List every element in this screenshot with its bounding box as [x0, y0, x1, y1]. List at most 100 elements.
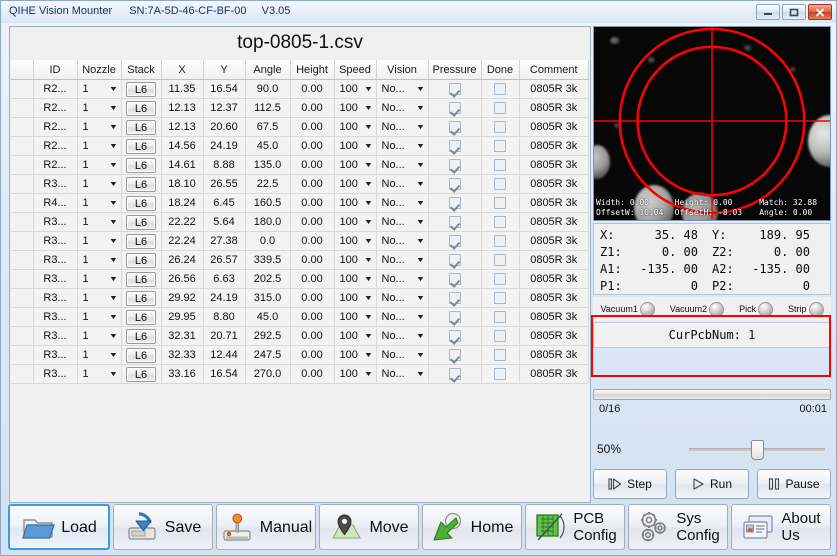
- cell-nozzle[interactable]: 1 ▼: [77, 193, 122, 213]
- cell-nozzle[interactable]: 1 ▼: [77, 326, 122, 346]
- cell-nozzle[interactable]: 1 ▼: [77, 136, 122, 156]
- cell-x[interactable]: 33.16: [161, 364, 204, 384]
- cell-speed[interactable]: 100 ▼: [334, 269, 377, 289]
- cell-height[interactable]: 0.00: [290, 364, 335, 384]
- stack-button[interactable]: L6: [126, 233, 156, 249]
- cell-speed[interactable]: 100 ▼: [334, 117, 377, 137]
- cell-id[interactable]: R2...: [33, 117, 78, 137]
- cell-id[interactable]: R3...: [33, 288, 78, 308]
- pressure-checkbox[interactable]: [448, 254, 461, 267]
- column-header-angle[interactable]: Angle: [245, 60, 291, 80]
- pressure-checkbox[interactable]: [448, 330, 461, 343]
- cell-x[interactable]: 22.22: [161, 212, 204, 232]
- sys-config-button[interactable]: Sys Config: [628, 504, 728, 550]
- stack-button[interactable]: L6: [126, 214, 156, 230]
- stack-button[interactable]: L6: [126, 366, 156, 382]
- cell-comment[interactable]: 0805R 3k: [519, 307, 589, 327]
- cell-x[interactable]: 12.13: [161, 98, 204, 118]
- cell-vision[interactable]: No... ▼: [376, 288, 429, 308]
- cell-angle[interactable]: 202.5: [245, 269, 291, 289]
- done-checkbox[interactable]: [494, 121, 506, 134]
- cell-speed[interactable]: 100 ▼: [334, 193, 377, 213]
- pressure-cell[interactable]: [428, 155, 482, 175]
- cell-height[interactable]: 0.00: [290, 136, 335, 156]
- cell-speed[interactable]: 100 ▼: [334, 307, 377, 327]
- cell-speed[interactable]: 100 ▼: [334, 326, 377, 346]
- cell-height[interactable]: 0.00: [290, 212, 335, 232]
- cell-stack[interactable]: L6: [121, 364, 162, 384]
- cell-nozzle[interactable]: 1 ▼: [77, 345, 122, 365]
- row-selector[interactable]: [11, 250, 34, 270]
- stack-button[interactable]: L6: [126, 157, 156, 173]
- cell-y[interactable]: 8.80: [203, 307, 246, 327]
- cell-y[interactable]: 24.19: [203, 288, 246, 308]
- row-selector[interactable]: [11, 345, 34, 365]
- done-cell[interactable]: [481, 79, 520, 99]
- cell-speed[interactable]: 100 ▼: [334, 288, 377, 308]
- cell-y[interactable]: 24.19: [203, 136, 246, 156]
- column-header-vision[interactable]: Vision: [376, 60, 429, 80]
- cell-speed[interactable]: 100 ▼: [334, 174, 377, 194]
- column-header-x[interactable]: X: [161, 60, 204, 80]
- cell-id[interactable]: R3...: [33, 307, 78, 327]
- stack-button[interactable]: L6: [126, 176, 156, 192]
- cell-vision[interactable]: No... ▼: [376, 117, 429, 137]
- column-header-id[interactable]: ID: [33, 60, 78, 80]
- stack-button[interactable]: L6: [126, 290, 156, 306]
- done-cell[interactable]: [481, 155, 520, 175]
- cell-vision[interactable]: No... ▼: [376, 250, 429, 270]
- cell-nozzle[interactable]: 1 ▼: [77, 79, 122, 99]
- cell-nozzle[interactable]: 1 ▼: [77, 364, 122, 384]
- column-header-y[interactable]: Y: [203, 60, 246, 80]
- cell-y[interactable]: 5.64: [203, 212, 246, 232]
- cell-y[interactable]: 12.44: [203, 345, 246, 365]
- table-row[interactable]: R2... 1 ▼ L6 12.13 20.60 67.5 0.00 100 ▼ No... ▼ 080…: [11, 117, 589, 137]
- cell-id[interactable]: R3...: [33, 231, 78, 251]
- cell-nozzle[interactable]: 1 ▼: [77, 231, 122, 251]
- pressure-cell[interactable]: [428, 288, 482, 308]
- done-cell[interactable]: [481, 250, 520, 270]
- cell-height[interactable]: 0.00: [290, 98, 335, 118]
- table-row[interactable]: R3... 1 ▼ L6 29.95 8.80 45.0 0.00 100 ▼ No... ▼ 0805…: [11, 307, 589, 327]
- pressure-checkbox[interactable]: [448, 368, 461, 381]
- pressure-cell[interactable]: [428, 326, 482, 346]
- close-button[interactable]: [808, 4, 832, 20]
- pcb-config-button[interactable]: PCB Config: [525, 504, 625, 550]
- pressure-checkbox[interactable]: [448, 178, 461, 191]
- stack-button[interactable]: L6: [126, 138, 156, 154]
- cell-y[interactable]: 26.55: [203, 174, 246, 194]
- cell-id[interactable]: R3...: [33, 364, 78, 384]
- camera-view[interactable]: Width: 0.00 Height: 0.00 Match: 32.88 Of…: [593, 26, 831, 221]
- pause-button[interactable]: Pause: [757, 469, 831, 499]
- cell-stack[interactable]: L6: [121, 136, 162, 156]
- pressure-cell[interactable]: [428, 231, 482, 251]
- done-cell[interactable]: [481, 345, 520, 365]
- done-checkbox[interactable]: [494, 140, 506, 153]
- column-header-speed[interactable]: Speed: [334, 60, 377, 80]
- row-selector[interactable]: [11, 98, 34, 118]
- cell-nozzle[interactable]: 1 ▼: [77, 212, 122, 232]
- cell-angle[interactable]: 112.5: [245, 98, 291, 118]
- cell-comment[interactable]: 0805R 3k: [519, 174, 589, 194]
- cell-angle[interactable]: 135.0: [245, 155, 291, 175]
- done-cell[interactable]: [481, 117, 520, 137]
- stack-button[interactable]: L6: [126, 328, 156, 344]
- pressure-checkbox[interactable]: [448, 292, 461, 305]
- column-header-nozzle[interactable]: Nozzle: [77, 60, 122, 80]
- cell-comment[interactable]: 0805R 3k: [519, 212, 589, 232]
- table-row[interactable]: R2... 1 ▼ L6 14.56 24.19 45.0 0.00 100 ▼ No... ▼ 080…: [11, 136, 589, 156]
- cell-y[interactable]: 8.88: [203, 155, 246, 175]
- cell-id[interactable]: R3...: [33, 174, 78, 194]
- cell-comment[interactable]: 0805R 3k: [519, 155, 589, 175]
- cell-speed[interactable]: 100 ▼: [334, 212, 377, 232]
- pressure-checkbox[interactable]: [448, 216, 461, 229]
- cell-stack[interactable]: L6: [121, 288, 162, 308]
- minimize-button[interactable]: [756, 4, 780, 20]
- done-checkbox[interactable]: [494, 178, 506, 191]
- row-selector[interactable]: [11, 288, 34, 308]
- cell-height[interactable]: 0.00: [290, 155, 335, 175]
- pressure-checkbox[interactable]: [448, 197, 461, 210]
- cell-angle[interactable]: 67.5: [245, 117, 291, 137]
- cell-comment[interactable]: 0805R 3k: [519, 231, 589, 251]
- cell-vision[interactable]: No... ▼: [376, 212, 429, 232]
